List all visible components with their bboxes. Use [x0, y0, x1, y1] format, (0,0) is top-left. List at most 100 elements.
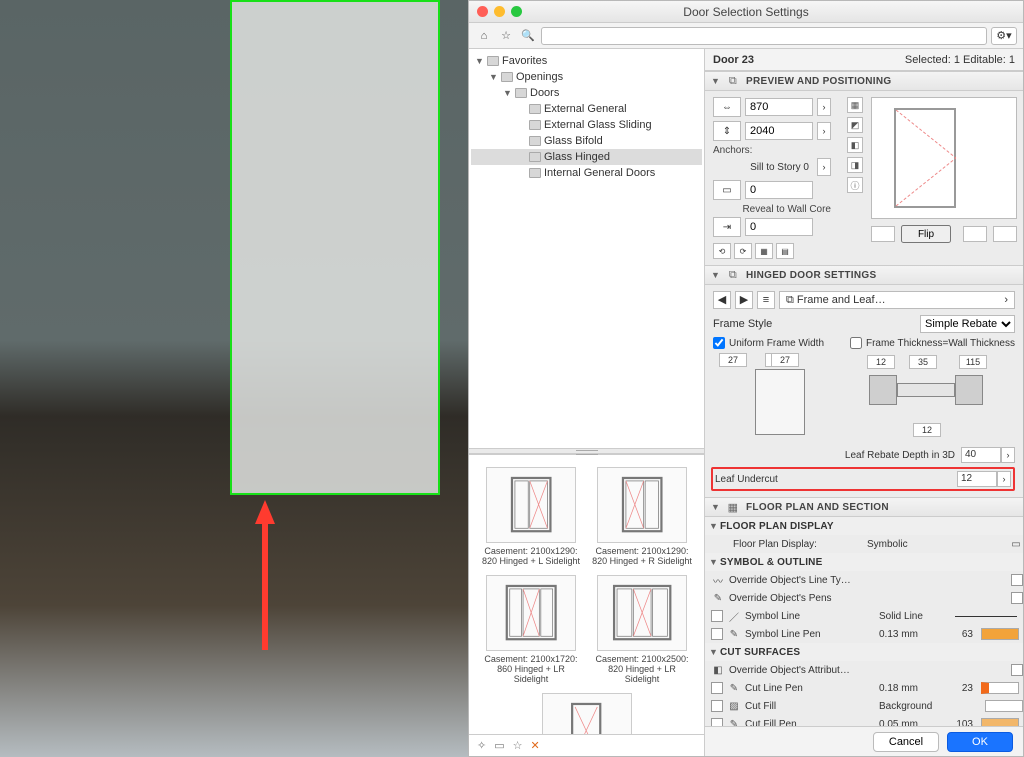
leaf-rebate-input[interactable]: 40	[961, 447, 1001, 463]
view-section-icon[interactable]: ◨	[847, 157, 863, 173]
height-icon: ⇕	[713, 121, 741, 141]
library-panel: ▼Favorites ▼Openings ▼Doors External Gen…	[469, 49, 705, 756]
door-3d-outline	[230, 0, 440, 495]
override-pens-row[interactable]: ✎Override Object's Pens	[705, 589, 1023, 607]
annotation-arrow	[255, 500, 275, 650]
dialog-footer: Cancel OK	[705, 726, 1023, 756]
plan-icon: ▦	[726, 501, 740, 514]
thumbnail-grid[interactable]: Casement: 2100x1290: 820 Hinged + L Side…	[469, 454, 704, 734]
mirror-h-icon[interactable]	[963, 226, 987, 242]
back-icon[interactable]: ⌂	[475, 27, 493, 45]
cancel-button[interactable]: Cancel	[873, 732, 939, 752]
width-icon: ⇔	[713, 97, 741, 117]
object-header: Door 23 Selected: 1 Editable: 1	[705, 49, 1023, 71]
rot-icon[interactable]: ▦	[755, 243, 773, 259]
door-preview	[871, 97, 1017, 219]
frame-diagram-section: 12 35 115 12	[863, 353, 1015, 443]
tree-item[interactable]: Glass Bifold	[471, 133, 702, 149]
symbol-line-row[interactable]: ／Symbol LineSolid Line	[705, 607, 1023, 625]
rot-icon[interactable]: ⟲	[713, 243, 731, 259]
star-icon[interactable]: ☆	[497, 27, 515, 45]
leaf-undercut-step[interactable]: ›	[997, 471, 1011, 487]
tree-favorites[interactable]: ▼Favorites	[471, 53, 702, 69]
section-fps-header[interactable]: ▼▦ FLOOR PLAN AND SECTION	[705, 497, 1023, 517]
cut-line-pen-row[interactable]: ✎Cut Line Pen0.18 mm23	[705, 679, 1023, 697]
ok-button[interactable]: OK	[947, 732, 1013, 752]
flip-button[interactable]: Flip	[901, 225, 951, 243]
prev-page-button[interactable]: ◀	[713, 291, 731, 309]
gear-menu[interactable]: ⚙︎▾	[991, 27, 1017, 45]
swing-icon[interactable]	[871, 226, 895, 242]
tree-item-selected[interactable]: Glass Hinged	[471, 149, 702, 165]
height-input[interactable]	[745, 122, 813, 140]
width-input[interactable]	[745, 98, 813, 116]
library-thumb[interactable]: Casement: 2100x2500: 820 Hinged + LR Sid…	[590, 575, 694, 685]
tree-item[interactable]: Internal General Doors	[471, 165, 702, 181]
window-title: Door Selection Settings	[469, 5, 1023, 19]
tree-item[interactable]: External Glass Sliding	[471, 117, 702, 133]
next-page-button[interactable]: ▶	[735, 291, 753, 309]
reveal-input[interactable]	[745, 218, 813, 236]
anchors-label: Anchors:	[713, 145, 831, 156]
library-thumb[interactable]: Casement: 2100x1290: 820 Hinged + R Side…	[590, 467, 694, 567]
search-input[interactable]	[541, 27, 987, 45]
section-hinged: ◀ ▶ ≡ ⧉ Frame and Leaf…› Frame Style Sim…	[705, 285, 1023, 497]
library-thumb[interactable]: Casement: 2100x1290: 820 Hinged + L Side…	[479, 467, 583, 567]
override-linetype-row[interactable]: 〰Override Object's Line Ty…	[705, 571, 1023, 589]
new-fav-icon[interactable]: ✧	[477, 739, 486, 752]
library-thumb[interactable]: Casement: 2100x1720: 860 Hinged + LR Sid…	[479, 575, 583, 685]
info-icon[interactable]: ⓘ	[847, 177, 863, 193]
width-step[interactable]: ›	[817, 98, 831, 116]
sill-input[interactable]	[745, 181, 813, 199]
popup-icon: ▭	[1009, 539, 1023, 550]
object-name: Door 23	[713, 54, 754, 66]
frame-style-label: Frame Style	[713, 318, 772, 330]
sill-step[interactable]: ›	[817, 158, 831, 176]
uniform-check[interactable]: Uniform Frame Width	[713, 337, 824, 349]
view-plan-icon[interactable]: ◧	[847, 137, 863, 153]
favorites-toolbar: ⌂ ☆ 🔍 ⚙︎▾	[469, 23, 1023, 49]
section-fps: ▼FLOOR PLAN DISPLAY Floor Plan Display:S…	[705, 517, 1023, 726]
hinged-icon: ⧉	[726, 269, 740, 282]
tree-openings[interactable]: ▼Openings	[471, 69, 702, 85]
delete-icon[interactable]: ✕	[531, 739, 540, 752]
selection-status: Selected: 1 Editable: 1	[905, 54, 1015, 66]
section-preview-header[interactable]: ▼⧉ PREVIEW AND POSITIONING	[705, 71, 1023, 91]
frame-diagram-elev: 27 27 27	[713, 353, 853, 443]
search-icon[interactable]: 🔍	[519, 27, 537, 45]
thickness-check[interactable]: Frame Thickness=Wall Thickness	[850, 337, 1015, 349]
door-icon: ⧉	[726, 75, 740, 88]
view-elev-icon[interactable]: ◩	[847, 117, 863, 133]
favorites-footer: ✧ ▭ ☆ ✕	[469, 734, 704, 756]
symbol-line-pen-row[interactable]: ✎Symbol Line Pen0.13 mm63	[705, 625, 1023, 643]
settings-panel: Door 23 Selected: 1 Editable: 1 ▼⧉ PREVI…	[705, 49, 1023, 756]
titlebar[interactable]: Door Selection Settings	[469, 1, 1023, 23]
cut-fill-row[interactable]: ▨Cut FillBackground	[705, 697, 1023, 715]
rot-icon[interactable]: ⟳	[734, 243, 752, 259]
leaf-rebate-step[interactable]: ›	[1001, 447, 1015, 463]
cut-fill-pen-row[interactable]: ✎Cut Fill Pen0.05 mm103	[705, 715, 1023, 726]
page-dropdown[interactable]: ⧉ Frame and Leaf…›	[779, 291, 1015, 309]
mirror-v-icon[interactable]	[993, 226, 1017, 242]
rot-icon[interactable]: ▤	[776, 243, 794, 259]
tree-doors[interactable]: ▼Doors	[471, 85, 702, 101]
reveal-icon: ⇥	[713, 217, 741, 237]
split-handle[interactable]	[469, 448, 704, 454]
library-tree[interactable]: ▼Favorites ▼Openings ▼Doors External Gen…	[469, 49, 704, 185]
view-3d-icon[interactable]: ▦	[847, 97, 863, 113]
override-attr-row[interactable]: ◧Override Object's Attribut…	[705, 661, 1023, 679]
frame-style-select[interactable]: Simple Rebate	[920, 315, 1015, 333]
library-thumb[interactable]: CI Tools Door	[535, 693, 639, 734]
tree-item[interactable]: External General	[471, 101, 702, 117]
fpd-row[interactable]: Floor Plan Display:Symbolic▭	[705, 535, 1023, 553]
page-menu-icon[interactable]: ≡	[757, 291, 775, 309]
folder-icon[interactable]: ▭	[494, 739, 504, 752]
leaf-undercut-input[interactable]: 12	[957, 471, 997, 487]
sill-icon: ▭	[713, 180, 741, 200]
leaf-undercut-row: Leaf Undercut 12 ›	[711, 467, 1015, 491]
settings-dialog: Door Selection Settings ⌂ ☆ 🔍 ⚙︎▾ ▼Favor…	[468, 0, 1024, 757]
pin-icon[interactable]: ☆	[513, 739, 523, 752]
section-hinged-header[interactable]: ▼⧉ HINGED DOOR SETTINGS	[705, 265, 1023, 285]
height-step[interactable]: ›	[817, 122, 831, 140]
section-preview: ⇔› ⇕› Anchors: Sill to Story 0› ▭ Reveal…	[705, 91, 1023, 265]
